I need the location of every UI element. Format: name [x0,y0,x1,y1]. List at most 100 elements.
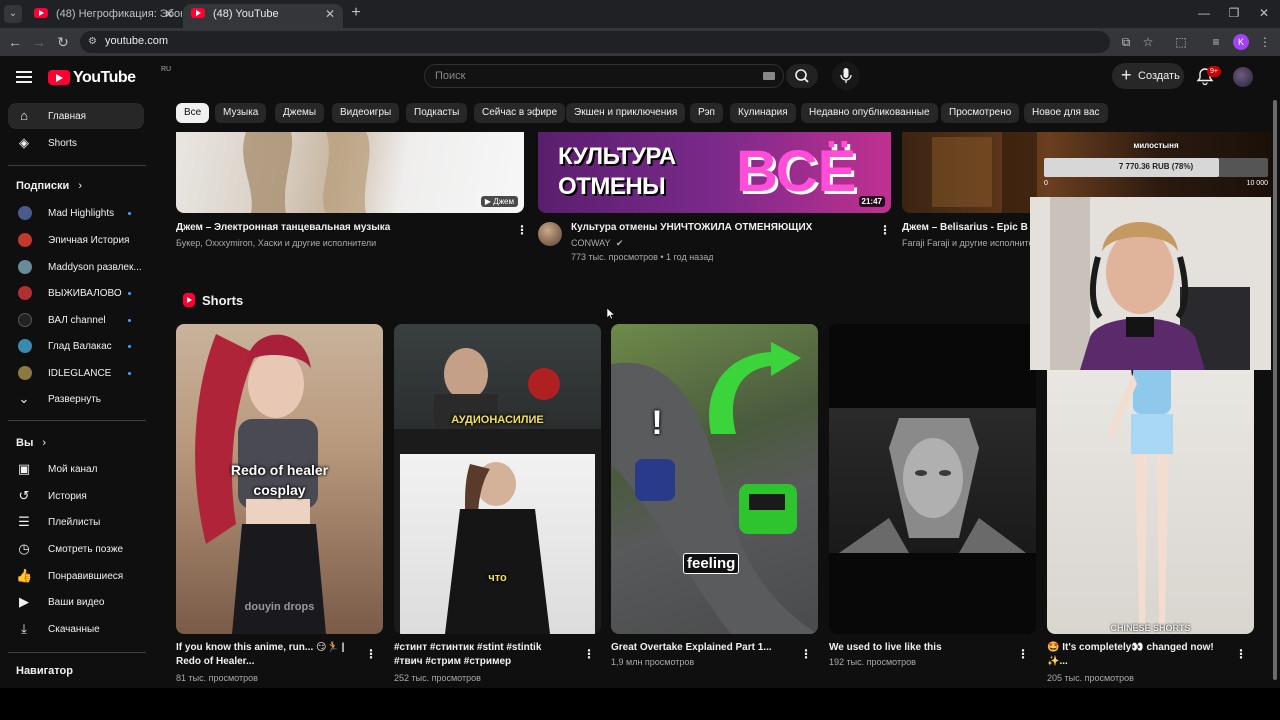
sidebar-item-liked[interactable]: 👍 Понравившиеся [8,563,144,589]
short-thumbnail[interactable]: Redo of healer cosplay douyin drops [176,324,383,634]
chip-recently-uploaded[interactable]: Недавно опубликованные [801,103,938,123]
browser-tab-2[interactable]: (48) YouTube ✕ [183,4,343,28]
search-input[interactable] [435,68,755,84]
sidebar-item-subscription[interactable]: Глад Валакас [8,333,144,359]
more-actions-icon[interactable]: ⋮ [879,223,891,237]
sidebar-item-watch-later[interactable]: ◷ Смотреть позже [8,536,144,562]
sidebar-item-your-videos[interactable]: ▶ Ваши видео [8,589,144,615]
more-actions-icon[interactable]: ⋮ [365,647,377,661]
chevron-right-icon: › [78,180,82,192]
sidebar-item-subscription[interactable]: ВАЛ channel [8,307,144,333]
sidebar-item-subscription[interactable]: IDLEGLANCE [8,360,144,386]
video-title[interactable]: Джем – Belisarius - Epic B [902,222,1030,233]
thumbnail-art [445,462,550,634]
chip-action-adventure[interactable]: Экшен и приключения [566,103,686,123]
minimize-icon[interactable]: — [1194,6,1214,20]
tab-search-button[interactable]: ⌄ [4,5,22,23]
extensions-icon[interactable]: ⬚ [1173,34,1189,50]
short-thumbnail[interactable]: CHINESE SHORTS [1047,324,1254,634]
chip-videogames[interactable]: Видеоигры [332,103,400,123]
video-title[interactable]: Культура отмены УНИЧТОЖИЛА ОТМЕНЯЮЩИХ [571,222,871,233]
voice-search-button[interactable] [832,62,860,90]
scrollbar-thumb[interactable] [1273,100,1277,680]
keyboard-icon[interactable] [763,72,775,80]
chip-rap[interactable]: Рэп [690,103,723,123]
sidebar-item-subscription[interactable]: Эпичная История [8,227,144,253]
sidebar-item-subscription[interactable]: Maddyson развлек... [8,254,144,280]
short-caption: что [488,572,507,584]
shorts-icon: ◈ [19,135,29,150]
sidebar-item-subscription[interactable]: Mad Highlights [8,200,144,226]
short-thumbnail[interactable] [829,324,1036,634]
you-heading[interactable]: Вы › [16,437,46,449]
short-thumbnail[interactable]: ! feeling [611,324,818,634]
short-title[interactable]: #стинт #стинтик #stint #stintik #твич #с… [394,641,572,669]
more-actions-icon[interactable]: ⋮ [516,223,528,237]
sidebar-item-playlists[interactable]: ☰ Плейлисты [8,509,144,535]
video-title[interactable]: Джем – Электронная танцевальная музыка [176,222,506,233]
hamburger-menu-icon[interactable] [16,71,32,83]
more-actions-icon[interactable]: ⋮ [800,647,812,661]
youtube-favicon-icon [34,8,48,18]
short-title[interactable]: If you know this anime, run... 😏🏃 | Redo… [176,641,354,669]
close-window-icon[interactable]: ✕ [1254,6,1274,20]
donation-min: 0 [1044,180,1048,187]
short-title[interactable]: We used to live like this [829,641,1007,655]
short-title[interactable]: 🤩 It's completely👀 changed now! ✨... [1047,641,1225,669]
plus-icon: + [1121,65,1132,85]
short-thumbnail[interactable]: АУДИОНАСИЛИЕ что [394,324,601,634]
sidebar-item-label: История [48,491,87,502]
sidebar-item-my-channel[interactable]: ▣ Мой канал [8,456,144,482]
watch-later-icon: ◷ [18,541,30,556]
inset-frame: что [400,454,595,634]
sidebar-item-downloads[interactable]: ⤓ Скачанные [8,616,144,642]
sidebar-item-shorts[interactable]: ◈ Shorts [8,130,144,156]
address-bar[interactable]: ⚙ youtube.com [80,31,1110,53]
video-thumbnail[interactable]: ▶ Джем [176,132,524,213]
search-icon [795,69,809,83]
chip-new-to-you[interactable]: Новое для вас [1024,103,1108,123]
chip-podcasts[interactable]: Подкасты [406,103,468,123]
search-button[interactable] [786,64,818,88]
streamer-frame: АУДИОНАСИЛИЕ [394,324,601,429]
more-actions-icon[interactable]: ⋮ [1017,647,1029,661]
close-tab-icon[interactable]: ✕ [325,4,335,24]
chip-music[interactable]: Музыка [215,103,267,123]
your-videos-icon: ▶ [19,594,29,609]
chip-jams[interactable]: Джемы [275,103,325,123]
channel-avatar [18,260,32,274]
video-channel[interactable]: CONWAY ✔ [571,238,623,249]
new-tab-button[interactable]: + [346,4,366,22]
forward-icon[interactable]: → [30,33,48,51]
user-avatar[interactable] [1233,67,1253,87]
chip-live[interactable]: Сейчас в эфире [474,103,566,123]
close-tab-icon[interactable]: ✕ [164,4,174,24]
browser-profile-avatar[interactable]: K [1233,34,1249,50]
chip-cooking[interactable]: Кулинария [730,103,796,123]
short-title[interactable]: Great Overtake Explained Part 1... [611,641,789,655]
more-actions-icon[interactable]: ⋮ [1235,647,1247,661]
video-thumbnail[interactable]: КУЛЬТУРА ОТМЕНЫ ВСЁ 21:47 [538,132,891,213]
browser-tab-1[interactable]: (48) Негрофикация: Эбонитовый ✕ [26,4,182,28]
subscriptions-heading[interactable]: Подписки › [16,180,82,192]
media-controls-icon[interactable]: ≡ [1208,34,1224,50]
bookmark-star-icon[interactable]: ☆ [1140,34,1156,50]
sidebar-item-subscription[interactable]: ВЫЖИВАЛОВО [8,280,144,306]
sidebar-expand[interactable]: ⌄ Развернуть [8,386,144,412]
install-app-icon[interactable]: ⧉ [1118,34,1134,50]
chevron-right-icon: › [42,437,47,449]
statue-frame [829,408,1036,553]
create-button[interactable]: + Создать [1112,63,1184,89]
reload-icon[interactable]: ↻ [54,33,72,51]
site-info-icon[interactable]: ⚙ [88,36,100,48]
back-icon[interactable]: ← [6,33,24,51]
download-icon: ⤓ [21,621,27,636]
restore-icon[interactable]: ❐ [1224,6,1244,20]
sidebar-item-history[interactable]: ↺ История [8,483,144,509]
sidebar-item-home[interactable]: ⌂ Главная [8,103,144,129]
channel-avatar[interactable] [538,222,562,246]
chip-all[interactable]: Все [176,103,210,123]
more-actions-icon[interactable]: ⋮ [583,647,595,661]
chip-watched[interactable]: Просмотрено [941,103,1020,123]
browser-menu-icon[interactable]: ⋮ [1257,34,1273,50]
